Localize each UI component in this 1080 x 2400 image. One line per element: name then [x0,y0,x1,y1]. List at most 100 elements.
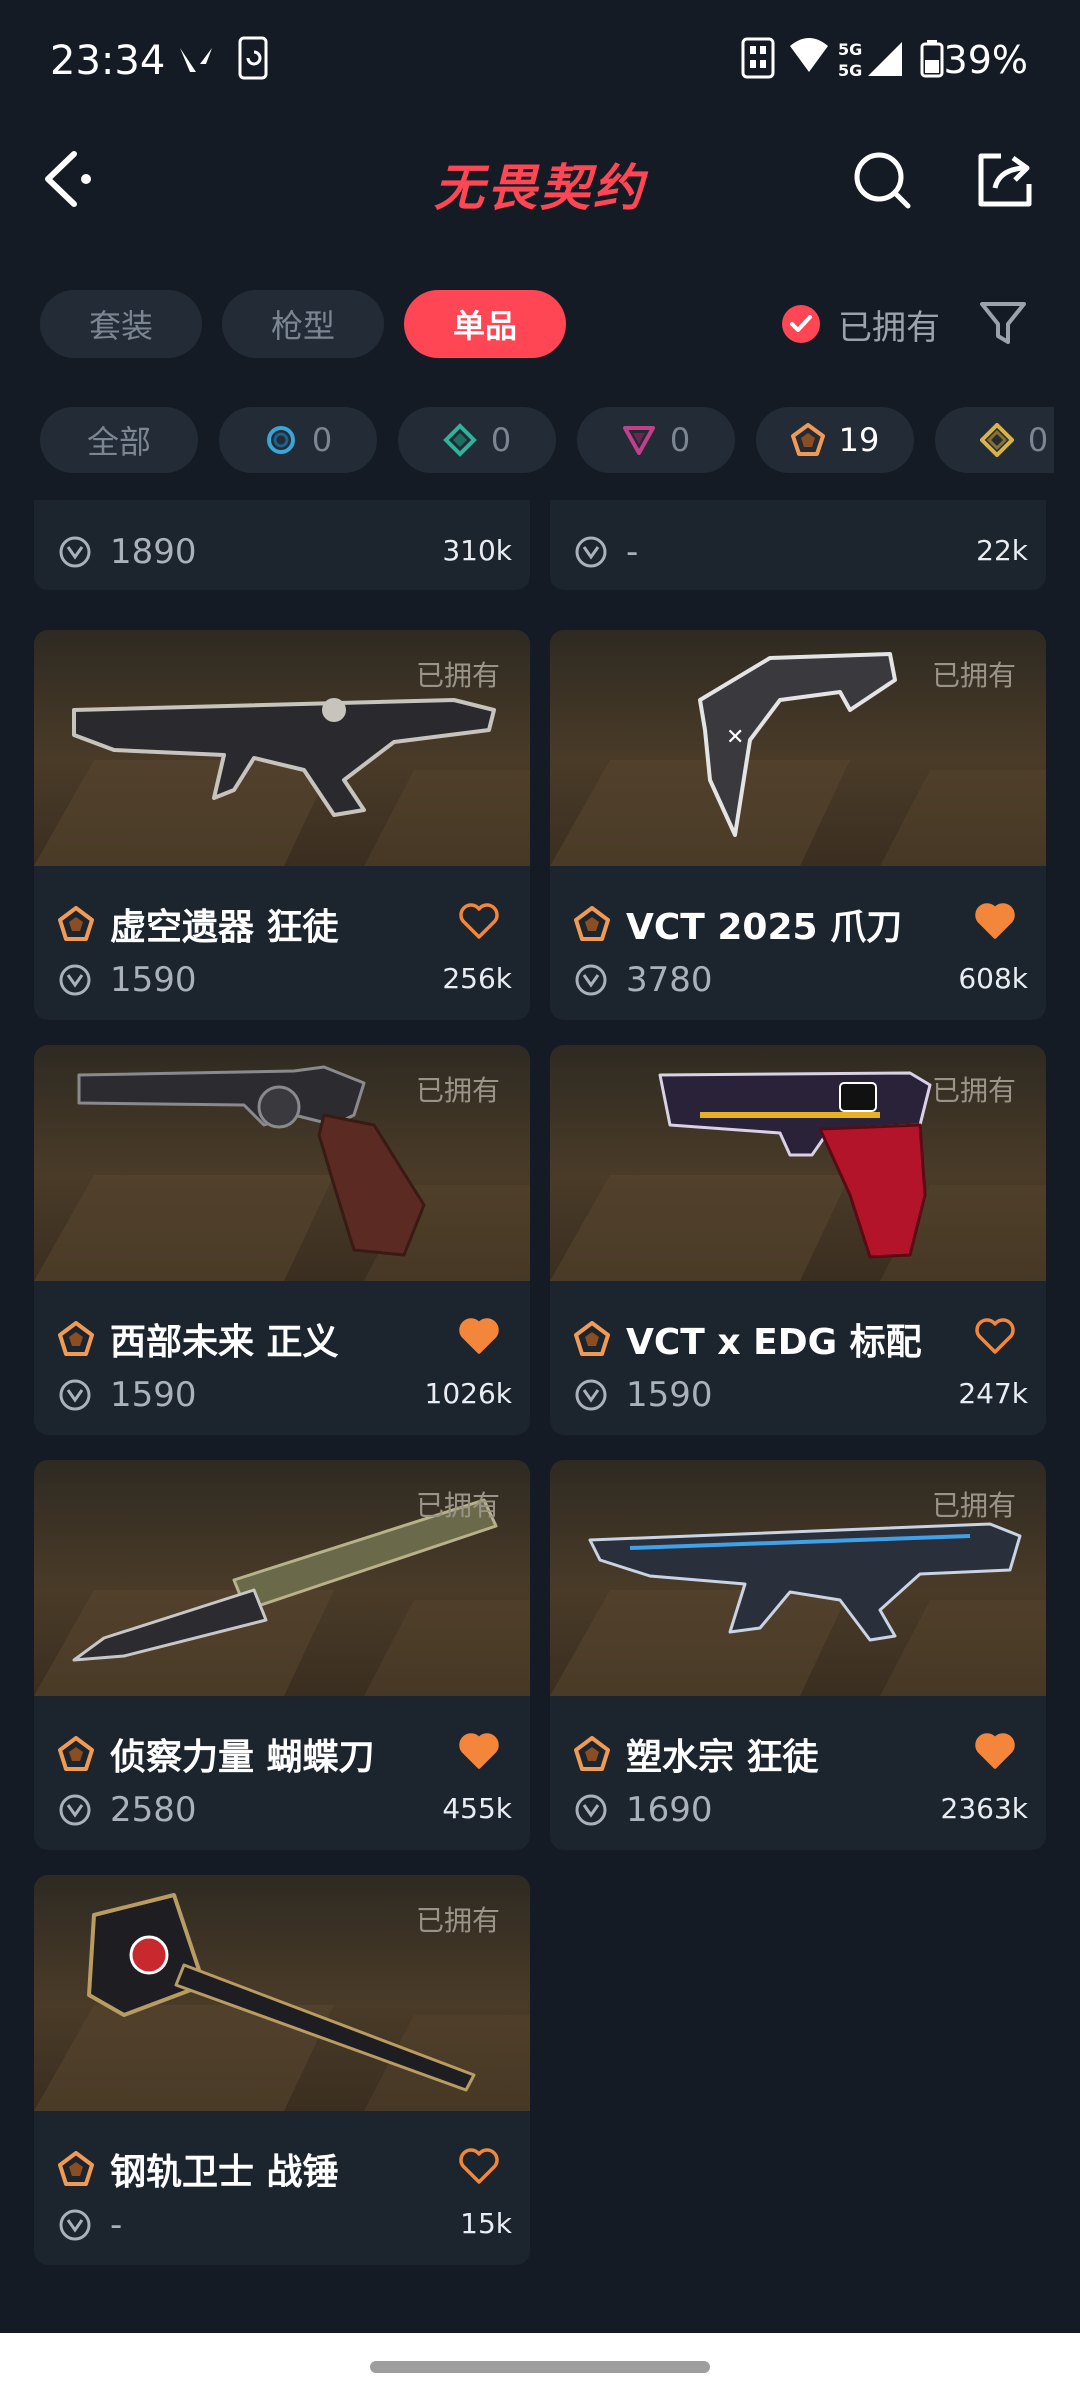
vp-currency-icon [575,1794,607,1826]
valorant-notification-icon [178,46,214,80]
item-price: 3780 [626,960,713,1000]
app-header: 无畏契约 [0,130,1080,230]
heart-filled-icon[interactable] [974,1732,1016,1770]
item-likes: 310k [442,534,512,567]
vp-currency-icon [59,536,91,568]
exclusive-tier-icon [574,906,610,941]
vp-currency-icon [59,964,91,996]
owned-tag: 已拥有 [415,1904,500,1937]
chip-select-tier[interactable]: 0 [219,407,377,473]
item-likes: 15k [460,2207,512,2240]
item-card[interactable]: 已拥有 塑水宗 狂徒 1690 2363k [550,1460,1046,1850]
wifi-icon [788,36,830,80]
phone-sync-icon [236,36,272,84]
heart-filled-icon[interactable] [458,1317,500,1355]
chip-count: 0 [490,421,512,459]
item-price: - [626,532,639,572]
exclusive-tier-icon [574,1736,610,1771]
nfc-icon [740,36,776,84]
item-likes: 22k [976,534,1028,567]
item-card[interactable]: 已拥有 虚空遗器 狂徒 1590 256k [34,630,530,1020]
chip-count: 19 [838,421,880,459]
owned-tag: 已拥有 [931,1489,1016,1522]
chip-deluxe-tier[interactable]: 0 [398,407,556,473]
vp-currency-icon [575,1379,607,1411]
item-name: 西部未来 正义 [110,1322,339,1363]
search-button[interactable] [850,148,914,212]
exclusive-tier-icon [574,1321,610,1356]
item-card-partial[interactable]: - 22k [550,500,1046,590]
item-name: 侦察力量 蝴蝶刀 [110,1737,375,1778]
heart-outline-icon[interactable] [458,2147,500,2185]
tab-single-items[interactable]: 单品 [404,290,566,358]
item-name: 塑水宗 狂徒 [626,1737,819,1778]
share-icon [978,153,1032,207]
item-name: VCT 2025 爪刀 [626,907,903,948]
owned-filter-toggle[interactable]: 已拥有 [782,292,940,356]
search-icon [854,152,911,209]
item-price: 2580 [110,1790,197,1830]
item-price: - [110,2205,123,2245]
filter-funnel-icon [980,302,1026,344]
item-image: 已拥有 [34,1875,530,2111]
item-image: 已拥有 [34,1045,530,1281]
vp-currency-icon [59,2209,91,2241]
premium-tier-icon [622,426,655,455]
item-name: 虚空遗器 狂徒 [110,907,339,948]
heart-outline-icon[interactable] [458,902,500,940]
vp-currency-icon [59,1794,91,1826]
home-indicator[interactable] [370,2361,710,2373]
chip-count: 0 [669,421,691,459]
item-likes: 455k [442,1792,512,1825]
owned-tag: 已拥有 [415,659,500,692]
item-likes: 247k [958,1377,1028,1410]
item-price: 1890 [110,532,197,572]
item-card-partial[interactable]: 1890 310k [34,500,530,590]
status-bar: 23:34 5G 5G 39% [0,0,1080,120]
vp-currency-icon [575,536,607,568]
exclusive-tier-icon [58,906,94,941]
item-card[interactable]: 已拥有 侦察力量 蝴蝶刀 2580 455k [34,1460,530,1850]
svg-text:5G: 5G [838,40,862,59]
svg-text:✕: ✕ [726,725,744,750]
exclusive-tier-icon [58,1736,94,1771]
ultra-tier-icon [979,423,1014,457]
battery-icon [920,40,944,82]
chip-ultra-tier[interactable]: 0 [935,407,1054,473]
item-card[interactable]: 已拥有 VCT x EDG 标配 1590 247k [550,1045,1046,1435]
item-name: 钢轨卫士 战锤 [110,2152,339,2193]
item-likes: 608k [958,962,1028,995]
heart-outline-icon[interactable] [974,1317,1016,1355]
battery-level: 39% [943,38,1028,82]
chip-count: 0 [311,421,333,459]
owned-tag: 已拥有 [415,1074,500,1107]
item-card[interactable]: ✕ 已拥有 VCT 2025 爪刀 3780 608k [550,630,1046,1020]
share-button[interactable] [973,148,1037,212]
tab-bundles[interactable]: 套装 [40,290,202,358]
item-price: 1590 [626,1375,713,1415]
system-nav-bar [0,2333,1080,2400]
item-image: 已拥有 [34,630,530,866]
chip-exclusive-tier[interactable]: 19 [756,407,914,473]
filter-button[interactable] [978,298,1028,348]
chip-premium-tier[interactable]: 0 [577,407,735,473]
chip-count: 0 [1027,421,1049,459]
status-time: 23:34 [50,38,166,84]
heart-filled-icon[interactable] [974,902,1016,940]
item-card[interactable]: 已拥有 钢轨卫士 战锤 - 15k [34,1875,530,2265]
item-price: 1590 [110,1375,197,1415]
item-name: VCT x EDG 标配 [626,1322,922,1363]
deluxe-tier-icon [442,423,477,457]
rarity-filter-chips: 全部 0 0 0 19 0 [40,407,1054,473]
tab-weapon-types[interactable]: 枪型 [222,290,384,358]
item-image: ✕ 已拥有 [550,630,1046,866]
owned-filter-label: 已拥有 [838,307,940,348]
page-title: 无畏契约 [434,159,646,217]
item-image: 已拥有 [34,1460,530,1696]
item-card[interactable]: 已拥有 西部未来 正义 1590 1026k [34,1045,530,1435]
item-price: 1690 [626,1790,713,1830]
chip-all[interactable]: 全部 [40,407,198,473]
signal-5g-icon: 5G 5G [838,38,908,84]
vp-currency-icon [59,1379,91,1411]
heart-filled-icon[interactable] [458,1732,500,1770]
